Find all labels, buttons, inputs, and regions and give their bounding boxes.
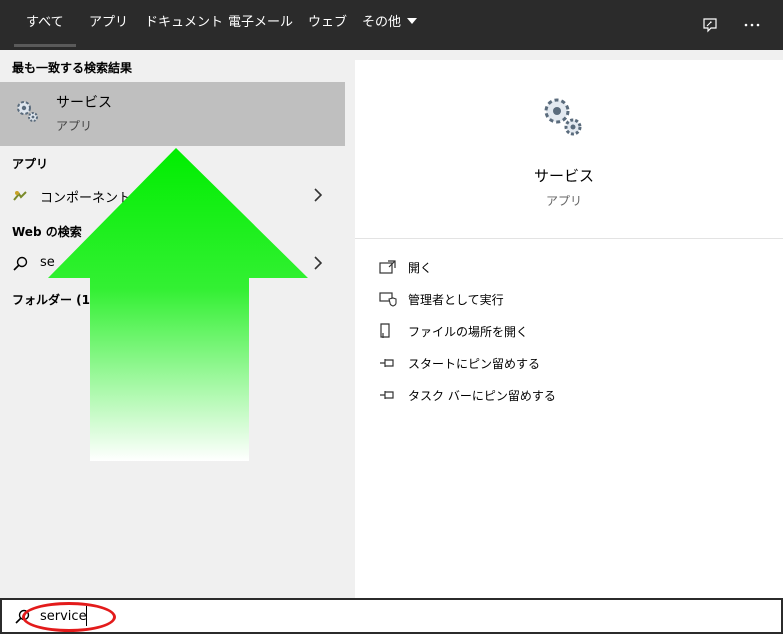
- tab-apps[interactable]: アプリ: [89, 0, 128, 50]
- tab-more-dropdown[interactable]: その他: [362, 0, 418, 50]
- preview-pane: サービス アプリ 開く 管理者として実行 ファイルの場所を開く スタートにピン留…: [355, 60, 783, 598]
- tab-documents[interactable]: ドキュメント: [145, 0, 223, 50]
- more-icon[interactable]: [740, 13, 764, 37]
- search-icon: [12, 256, 28, 272]
- action-open-file-location[interactable]: ファイルの場所を開く: [379, 321, 759, 343]
- file-location-icon: [380, 323, 390, 338]
- chevron-down-icon: [407, 18, 418, 24]
- action-pin-to-taskbar[interactable]: タスク バーにピン留めする: [379, 385, 759, 407]
- pin-icon: [380, 359, 394, 367]
- chevron-right-icon[interactable]: [314, 256, 322, 270]
- action-label: タスク バーにピン留めする: [408, 389, 556, 403]
- action-label: 開く: [408, 261, 433, 275]
- shield-icon: [379, 292, 397, 307]
- feedback-icon[interactable]: [698, 13, 722, 37]
- best-match-item[interactable]: サービス アプリ: [0, 82, 345, 146]
- action-pin-to-start[interactable]: スタートにピン留めする: [379, 353, 759, 375]
- action-label: 管理者として実行: [408, 293, 504, 307]
- tab-more-label: その他: [362, 15, 402, 30]
- best-match-header: 最も一致する検索結果: [12, 61, 133, 75]
- open-icon: [379, 260, 396, 274]
- best-match-subtitle: アプリ: [56, 119, 93, 133]
- tab-all[interactable]: すべて: [14, 0, 76, 50]
- up-arrow-annotation: [48, 148, 308, 461]
- tab-email[interactable]: 電子メール: [228, 0, 293, 50]
- preview-title: サービス: [533, 167, 594, 185]
- action-run-as-admin[interactable]: 管理者として実行: [379, 289, 759, 311]
- preview-subtitle: アプリ: [545, 194, 582, 208]
- divider: [355, 238, 783, 239]
- tab-web[interactable]: ウェブ: [308, 0, 347, 50]
- chevron-right-icon[interactable]: [314, 188, 322, 202]
- top-tab-bar: すべて アプリ ドキュメント 電子メール ウェブ その他: [0, 0, 783, 50]
- action-label: ファイルの場所を開く: [408, 325, 529, 339]
- highlight-circle-annotation: [22, 602, 116, 632]
- best-match-title: サービス: [56, 95, 112, 111]
- pin-icon: [380, 391, 394, 399]
- action-label: スタートにピン留めする: [408, 357, 541, 371]
- action-open[interactable]: 開く: [379, 257, 759, 279]
- search-box[interactable]: service: [0, 598, 783, 634]
- services-gear-icon: [14, 98, 40, 128]
- services-gear-icon: [540, 94, 586, 144]
- apps-header: アプリ: [12, 157, 49, 171]
- component-services-icon: [12, 188, 28, 204]
